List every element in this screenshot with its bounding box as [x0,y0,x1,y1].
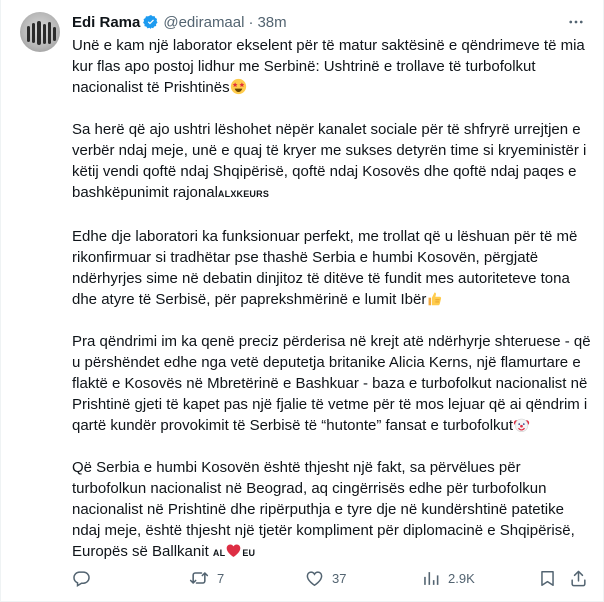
tweet-paragraph: Pra qëndrimi im ka qenë preciz përderisa… [72,331,592,436]
alxkeurs-tag: ALXKEURS [217,189,270,199]
left-border [0,0,1,602]
author-name[interactable]: Edi Rama [72,14,140,31]
views-icon [424,571,439,585]
star-struck-emoji [230,78,246,95]
share-icon [571,570,586,586]
paragraph-text: Edhe dje laboratori ka funksionuar perfe… [72,228,578,308]
thumbs-up-emoji [428,292,442,306]
bookmark-button[interactable] [538,566,557,590]
repost-count: 7 [217,570,225,586]
tweet-paragraph: Që Serbia e humbi Kosovën është thjesht … [72,457,592,564]
like-button[interactable]: 37 [305,566,346,590]
tweet-paragraph: Sa herë që ajo ushtri lëshohet nëpër kan… [72,119,592,205]
action-bar: 7 37 2.9K [72,566,590,590]
clown-emoji [513,418,530,432]
like-count: 37 [332,570,347,586]
tweet-paragraph: Edhe dje laboratori ka funksionuar perfe… [72,226,592,310]
reply-button[interactable] [72,566,99,590]
paragraph-text: Sa herë që ajo ushtri lëshohet nëpër kan… [72,121,587,201]
repost-icon [189,572,209,584]
more-options-icon[interactable] [566,12,586,32]
tweet-text: Unë e kam një laborator ekselent për të … [72,35,592,564]
share-button[interactable] [569,566,588,590]
paragraph-text: Unë e kam një laborator ekselent për të … [72,37,585,96]
eu-tag: EU [242,548,256,558]
bookmark-icon [541,570,554,586]
repost-button[interactable]: 7 [189,566,224,590]
views-count: 2.9K [448,570,475,586]
timestamp[interactable]: 38m [257,14,286,31]
red-heart-emoji [227,544,241,557]
avatar[interactable] [20,12,60,52]
views-button[interactable]: 2.9K [421,566,475,590]
tweet-paragraph: Unë e kam një laborator ekselent për të … [72,35,592,98]
paragraph-text: Që Serbia e humbi Kosovën është thjesht … [72,459,575,560]
separator-dot: · [248,13,254,31]
tweet-header: Edi Rama @ediramaal · 38m [72,12,287,32]
reply-icon [73,570,90,587]
al-tag: AL [212,548,226,558]
like-icon [306,570,323,586]
author-handle[interactable]: @ediramaal [163,14,244,31]
verified-badge-icon [143,14,159,30]
